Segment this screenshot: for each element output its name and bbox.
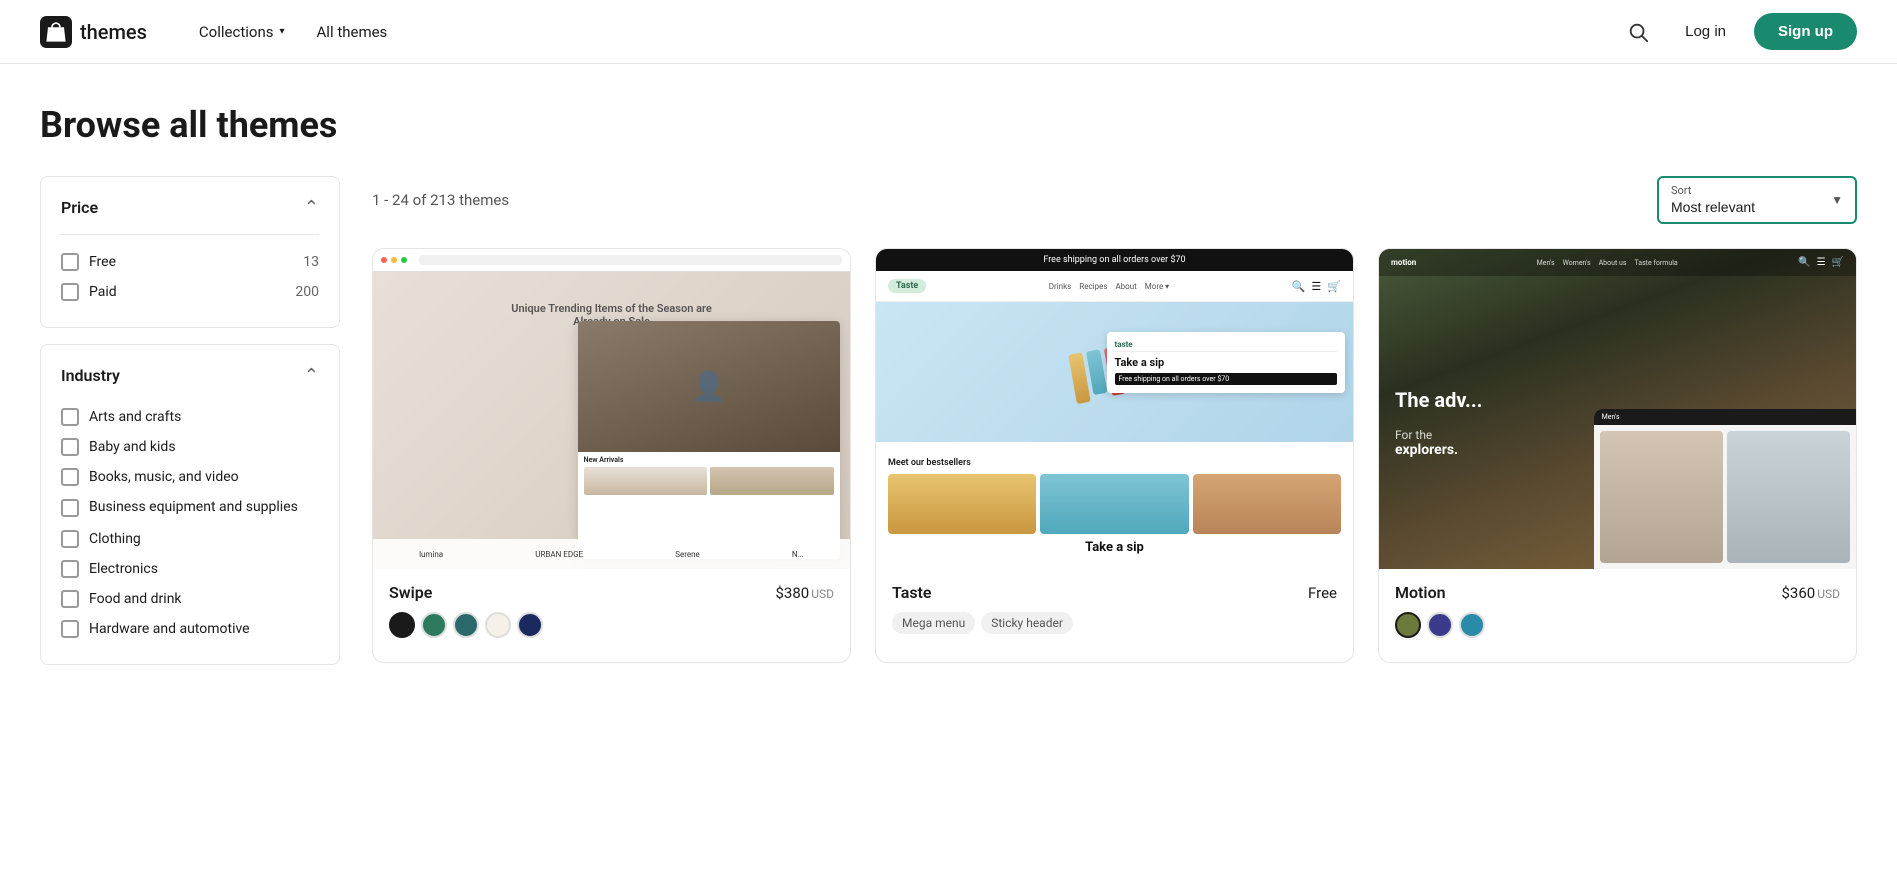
electronics-checkbox[interactable] <box>61 560 79 578</box>
paid-checkbox[interactable] <box>61 283 79 301</box>
themes-area: 1 - 24 of 213 themes Sort Most relevant … <box>372 176 1857 681</box>
filter-row-business: Business equipment and supplies <box>61 492 319 524</box>
price-filter-section: Price ⌃ Free 13 Paid 200 <box>40 176 340 328</box>
search-button[interactable] <box>1619 13 1657 51</box>
header-actions: Log in Sign up <box>1619 13 1857 51</box>
baby-label[interactable]: Baby and kids <box>89 439 176 455</box>
nav-all-themes[interactable]: All themes <box>305 15 400 49</box>
motion-color-olive[interactable] <box>1395 612 1421 638</box>
themes-count: 1 - 24 of 213 themes <box>372 191 509 209</box>
baby-checkbox[interactable] <box>61 438 79 456</box>
free-count: 13 <box>303 254 319 270</box>
filter-row-paid: Paid 200 <box>61 277 319 307</box>
taste-tag-mega-menu: Mega menu <box>892 612 975 634</box>
paid-label[interactable]: Paid <box>89 284 117 300</box>
arts-checkbox[interactable] <box>61 408 79 426</box>
taste-nav-bar: Taste DrinksRecipesAboutMore ▾ 🔍 ☰ 🛒 <box>876 271 1353 302</box>
filter-row-free: Free 13 <box>61 247 319 277</box>
swipe-color-black[interactable] <box>389 612 415 638</box>
swipe-color-darkteal[interactable] <box>453 612 479 638</box>
taste-theme-price: Free <box>1308 584 1337 602</box>
industry-filter-header: Industry ⌃ <box>61 365 319 386</box>
taste-card-footer: Taste Free Mega menu Sticky header <box>876 569 1353 648</box>
swipe-theme-price: $380USD <box>775 584 834 602</box>
logo[interactable]: themes <box>40 16 147 48</box>
taste-top-banner: Free shipping on all orders over $70 <box>876 249 1353 271</box>
price-filter-toggle[interactable]: ⌃ <box>304 197 319 218</box>
food-checkbox[interactable] <box>61 590 79 608</box>
electronics-label[interactable]: Electronics <box>89 561 158 577</box>
motion-color-blue[interactable] <box>1459 612 1485 638</box>
shopify-bag-icon <box>40 16 72 48</box>
sort-select[interactable]: Most relevant Price: Low to high Price: … <box>1671 199 1823 215</box>
motion-color-swatches <box>1395 612 1840 638</box>
sort-chevron-icon: ▼ <box>1831 193 1843 207</box>
motion-theme-price: $360USD <box>1781 584 1840 602</box>
business-checkbox[interactable] <box>61 499 79 517</box>
search-icon <box>1627 21 1649 43</box>
industry-filter-section: Industry ⌃ Arts and crafts Baby and kids… <box>40 344 340 665</box>
swipe-color-navy[interactable] <box>517 612 543 638</box>
theme-card-swipe[interactable]: Unique Trending Items of the Season areA… <box>372 248 851 663</box>
nav-collections[interactable]: Collections ▾ <box>187 15 297 49</box>
filter-row-hardware: Hardware and automotive <box>61 614 319 644</box>
mock-browser-bar <box>373 249 850 272</box>
themes-toolbar: 1 - 24 of 213 themes Sort Most relevant … <box>372 176 1857 224</box>
industry-filter-title: Industry <box>61 366 120 385</box>
theme-card-motion[interactable]: motion Men's Women's About us Taste form… <box>1378 248 1857 663</box>
themes-grid: Unique Trending Items of the Season areA… <box>372 248 1857 663</box>
filter-row-books: Books, music, and video <box>61 462 319 492</box>
main-content: Price ⌃ Free 13 Paid 200 <box>0 176 1897 721</box>
books-label[interactable]: Books, music, and video <box>89 469 239 485</box>
swipe-card-footer: Swipe $380USD <box>373 569 850 662</box>
theme-card-taste[interactable]: Free shipping on all orders over $70 Tas… <box>875 248 1354 663</box>
food-label[interactable]: Food and drink <box>89 591 182 607</box>
header: themes Collections ▾ All themes Log in S… <box>0 0 1897 64</box>
logo-text: themes <box>80 20 147 44</box>
clothing-label[interactable]: Clothing <box>89 531 141 547</box>
taste-theme-tags: Mega menu Sticky header <box>892 612 1337 634</box>
clothing-checkbox[interactable] <box>61 530 79 548</box>
login-button[interactable]: Log in <box>1673 15 1738 48</box>
free-checkbox[interactable] <box>61 253 79 271</box>
books-checkbox[interactable] <box>61 468 79 486</box>
swipe-theme-name: Swipe <box>389 583 432 602</box>
taste-tag-sticky-header: Sticky header <box>981 612 1073 634</box>
arts-label[interactable]: Arts and crafts <box>89 409 181 425</box>
swipe-color-cream[interactable] <box>485 612 511 638</box>
free-label[interactable]: Free <box>89 254 116 270</box>
price-filter-title: Price <box>61 198 98 217</box>
sidebar: Price ⌃ Free 13 Paid 200 <box>40 176 340 681</box>
page-title: Browse all themes <box>40 104 1857 146</box>
filter-row-baby: Baby and kids <box>61 432 319 462</box>
industry-filter-toggle[interactable]: ⌃ <box>304 365 319 386</box>
filter-row-arts: Arts and crafts <box>61 402 319 432</box>
filter-row-clothing: Clothing <box>61 524 319 554</box>
motion-color-purple[interactable] <box>1427 612 1453 638</box>
paid-count: 200 <box>295 284 319 300</box>
taste-preview-image: Free shipping on all orders over $70 Tas… <box>876 249 1353 569</box>
motion-nav-bar: motion Men's Women's About us Taste form… <box>1379 249 1856 276</box>
swipe-color-swatches <box>389 612 834 638</box>
filter-row-electronics: Electronics <box>61 554 319 584</box>
taste-theme-name: Taste <box>892 583 932 602</box>
business-label[interactable]: Business equipment and supplies <box>89 498 298 518</box>
signup-button[interactable]: Sign up <box>1754 13 1857 50</box>
filter-row-food: Food and drink <box>61 584 319 614</box>
motion-theme-name: Motion <box>1395 583 1446 602</box>
motion-preview-image: motion Men's Women's About us Taste form… <box>1379 249 1856 569</box>
price-filter-header: Price ⌃ <box>61 197 319 218</box>
main-nav: Collections ▾ All themes <box>187 15 1619 49</box>
hardware-checkbox[interactable] <box>61 620 79 638</box>
motion-bottom-card: Men's <box>1594 409 1856 569</box>
hero-section: Browse all themes <box>0 64 1897 176</box>
hardware-label[interactable]: Hardware and automotive <box>89 621 250 637</box>
chevron-down-icon: ▾ <box>279 26 284 37</box>
sort-label: Sort <box>1671 184 1823 197</box>
motion-card-footer: Motion $360USD <box>1379 569 1856 662</box>
sort-dropdown-wrapper: Sort Most relevant Price: Low to high Pr… <box>1657 176 1857 224</box>
swipe-preview-image: Unique Trending Items of the Season areA… <box>373 249 850 569</box>
swipe-color-teal[interactable] <box>421 612 447 638</box>
